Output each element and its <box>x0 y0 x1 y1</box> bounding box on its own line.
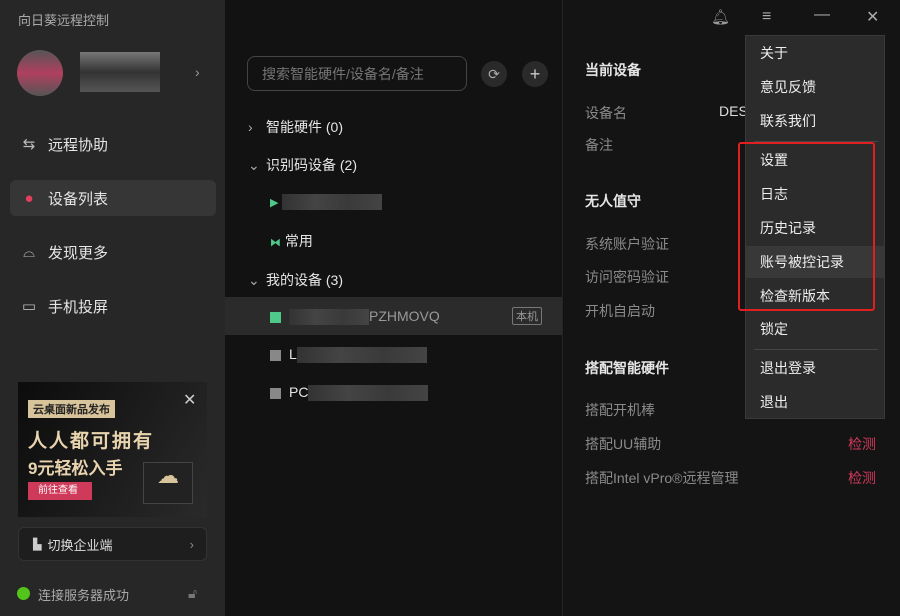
add-button[interactable]: + <box>522 61 548 87</box>
connection-status: 连接服务器成功 <box>38 588 130 603</box>
chevron-right-icon: › <box>189 536 194 552</box>
sidebar-item-label: 发现更多 <box>48 244 109 262</box>
sidebar-item-label: 手机投屏 <box>48 298 109 316</box>
blurred-name <box>289 309 369 326</box>
menu-item-contact[interactable]: 联系我们 <box>746 105 884 137</box>
group-id-devices[interactable]: ⌄ 识别码设备 (2) <box>248 155 357 175</box>
flag-icon: ⧓ <box>270 237 281 249</box>
hw-item-label: 搭配开机棒 <box>585 402 655 418</box>
close-icon[interactable]: ✕ <box>866 7 879 27</box>
device-name-value: DES <box>719 103 748 119</box>
menu-item-about[interactable]: 关于 <box>746 37 884 69</box>
sidebar: 向日葵远程控制 › ⇆ 远程协助 ● 设备列表 ⌓ 发现更多 ▭ 手机投屏 云桌面新品发… <box>0 0 225 616</box>
device-name-label: 设备名 <box>585 105 627 121</box>
discover-icon: ⌓ <box>23 243 35 261</box>
menu-item-lock[interactable]: 锁定 <box>746 313 884 345</box>
note-label: 备注 <box>585 137 613 153</box>
current-device-heading: 当前设备 <box>585 62 641 78</box>
building-icon: ▙ <box>33 538 42 551</box>
blurred-name <box>308 385 429 402</box>
unlock-icon[interactable]: 🔓︎ <box>188 585 197 602</box>
flag-icon: ▶ <box>270 197 279 209</box>
list-item[interactable]: L <box>270 346 427 364</box>
ad-banner[interactable]: 云桌面新品发布 人人都可拥有 9元轻松入手 前往查看 ☁ ✕ <box>18 382 207 517</box>
windows-icon <box>270 387 281 399</box>
detect-link[interactable]: 检测 <box>848 434 876 454</box>
hardware-heading: 搭配智能硬件 <box>585 360 669 376</box>
minimize-icon[interactable]: — <box>814 6 830 24</box>
device-name: PC <box>289 384 309 400</box>
windows-icon <box>270 349 281 361</box>
this-device-badge: 本机 <box>512 307 542 325</box>
group-label: 我的设备 (3) <box>266 272 343 288</box>
group-label: 识别码设备 (2) <box>266 157 357 173</box>
cloud-icon: ☁ <box>143 462 193 504</box>
status-dot <box>17 587 30 600</box>
sidebar-item-remote-assist[interactable]: ⇆ 远程协助 <box>10 126 216 162</box>
menu-icon[interactable]: ≡ <box>762 8 771 26</box>
ad-view-button[interactable]: 前往查看 <box>28 482 92 500</box>
list-item[interactable]: ⧓ 常用 <box>270 231 313 251</box>
group-my-devices[interactable]: ⌄ 我的设备 (3) <box>248 270 343 290</box>
unattended-heading: 无人值守 <box>585 193 641 209</box>
hw-item-label: 搭配Intel vPro®远程管理 <box>585 470 739 486</box>
menu-item-exit[interactable]: 退出 <box>746 386 884 418</box>
blurred-name <box>296 347 427 364</box>
hw-item-label: 搭配UU辅助 <box>585 436 662 452</box>
chevron-down-icon: ⌄ <box>248 157 260 173</box>
refresh-button[interactable]: ⟳ <box>481 61 507 87</box>
windows-icon <box>270 311 281 323</box>
group-smart-hardware[interactable]: › 智能硬件 (0) <box>248 117 343 137</box>
search-input[interactable] <box>247 56 467 91</box>
screen-cast-icon: ▭ <box>21 298 37 315</box>
access-pwd-label: 访问密码验证 <box>585 269 669 285</box>
blurred-name <box>282 194 383 211</box>
highlight-box <box>738 142 875 311</box>
username-blurred[interactable] <box>80 52 160 92</box>
app-title: 向日葵远程控制 <box>18 13 110 28</box>
device-name: PZHMOVQ <box>369 308 440 324</box>
chevron-right-icon[interactable]: › <box>195 64 200 80</box>
sidebar-item-label: 设备列表 <box>48 190 109 208</box>
sidebar-item-screen-cast[interactable]: ▭ 手机投屏 <box>10 288 216 324</box>
sys-account-label: 系统账户验证 <box>585 236 669 252</box>
group-label: 智能硬件 (0) <box>266 119 343 135</box>
ad-line1: 人人都可拥有 <box>28 431 155 452</box>
chevron-down-icon: ⌄ <box>248 272 260 288</box>
device-list-icon: ● <box>24 189 34 207</box>
detect-link[interactable]: 检测 <box>848 468 876 488</box>
sidebar-item-discover[interactable]: ⌓ 发现更多 <box>10 234 216 270</box>
sidebar-item-device-list[interactable]: ● 设备列表 <box>10 180 216 216</box>
menu-item-feedback[interactable]: 意见反馈 <box>746 71 884 103</box>
list-item[interactable]: ▶ <box>270 193 383 211</box>
item-label: 常用 <box>284 233 313 249</box>
device-name: L <box>289 346 297 362</box>
sidebar-item-label: 远程协助 <box>48 136 109 154</box>
close-ad-icon[interactable]: ✕ <box>183 390 196 410</box>
menu-divider <box>754 349 878 350</box>
autostart-label: 开机自启动 <box>585 303 655 319</box>
list-item[interactable]: PC <box>270 384 429 402</box>
switch-enterprise-label: 切换企业端 <box>47 537 113 553</box>
ad-tag: 云桌面新品发布 <box>28 400 115 418</box>
list-item[interactable]: PZHMOVQ <box>270 308 440 326</box>
ad-line2: 9元轻松入手 <box>28 459 123 478</box>
menu-item-logout[interactable]: 退出登录 <box>746 352 884 384</box>
remote-assist-icon: ⇆ <box>22 136 36 153</box>
switch-enterprise-button[interactable]: ▙ 切换企业端 › <box>18 527 207 561</box>
bell-icon[interactable]: 🔔︎ <box>711 8 730 26</box>
chevron-right-icon: › <box>248 119 253 135</box>
avatar[interactable] <box>17 50 63 96</box>
